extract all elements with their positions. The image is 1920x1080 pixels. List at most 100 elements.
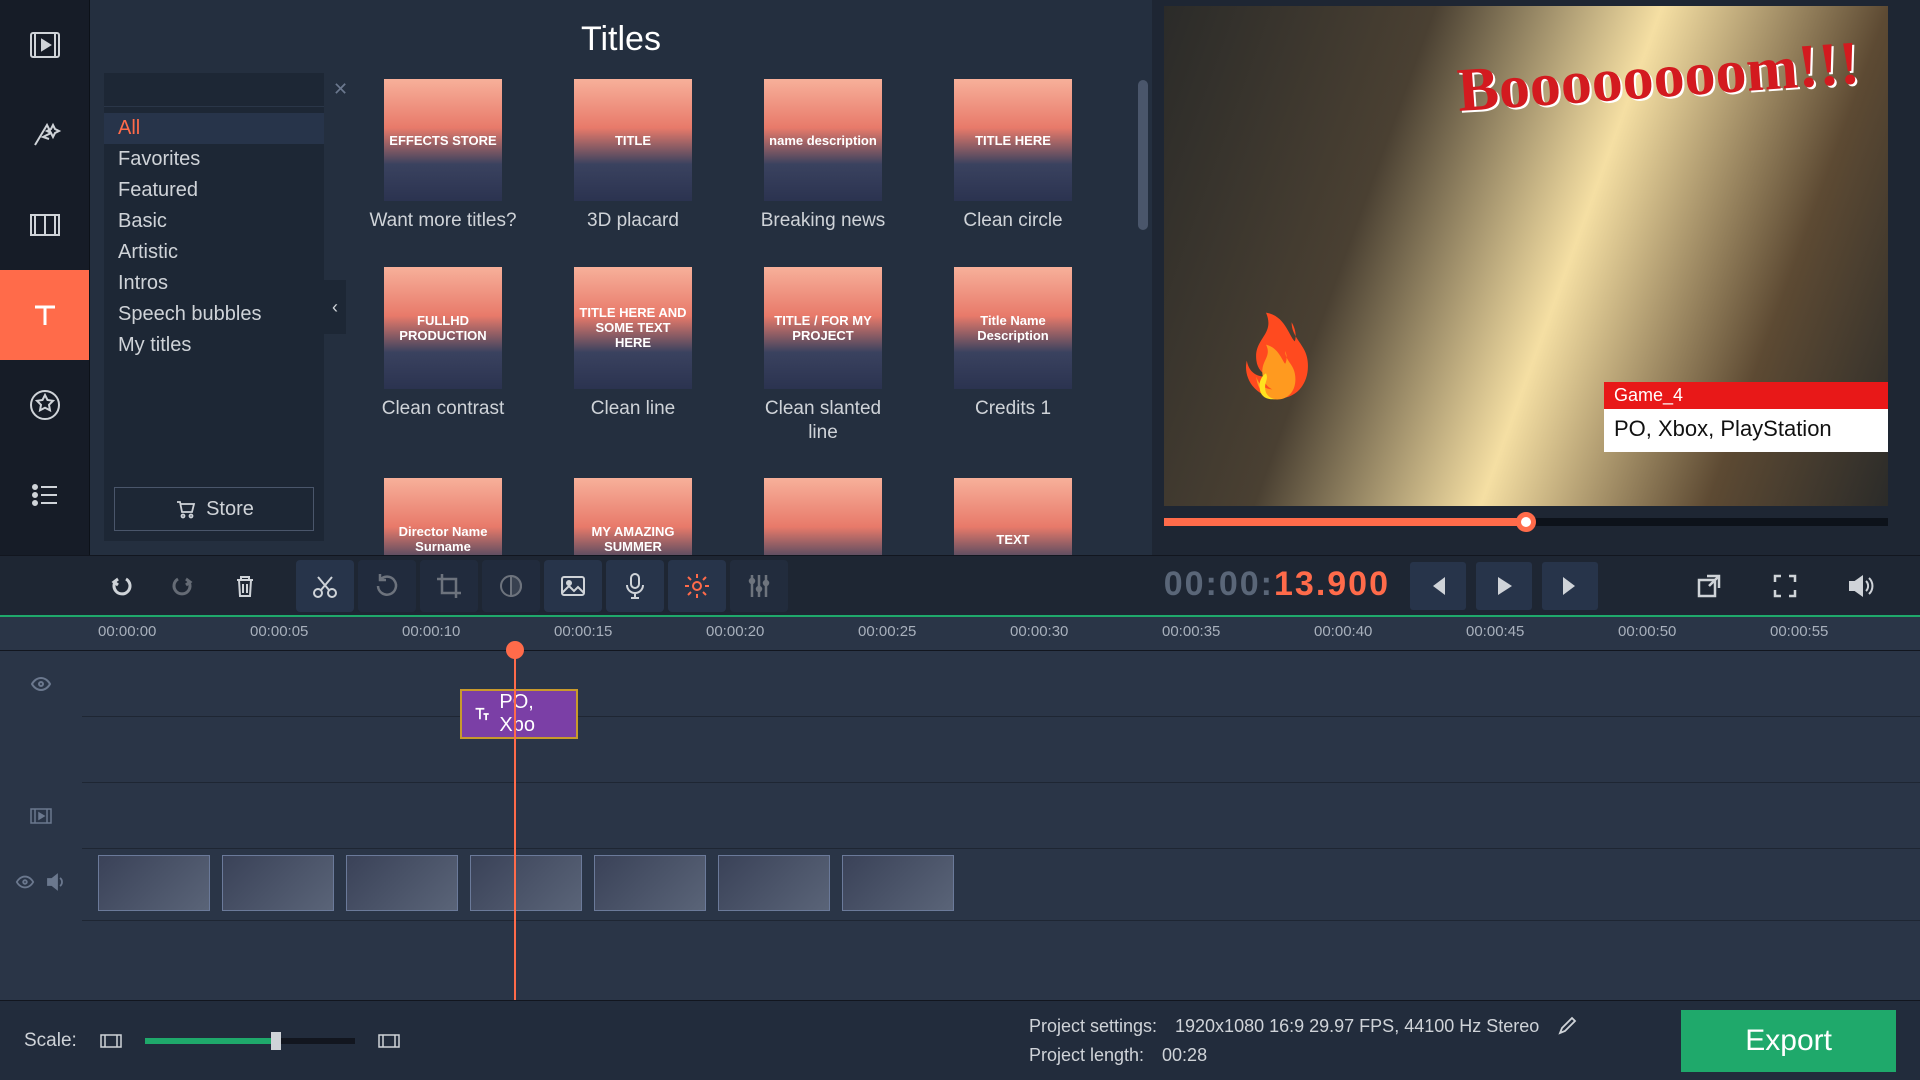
title-tile[interactable]: TITLE3D placard [558,79,708,233]
tile-label: 3D placard [587,209,679,233]
cart-icon [174,498,196,520]
tile-thumbnail: FULLHD PRODUCTION [384,267,502,389]
tile-label: Clean circle [963,209,1062,233]
eye-icon[interactable] [30,673,52,695]
redo-button[interactable] [154,560,212,612]
title-tile[interactable]: TITLE HERE AND SOME TEXT HERE Clean line [558,267,708,445]
title-tile[interactable]: Director Name Surname [368,478,518,555]
tile-label: Clean contrast [382,397,505,421]
video-clip[interactable] [222,855,334,911]
collapse-sidebar-icon[interactable]: ‹ [324,280,346,334]
ruler-tick: 00:00:30 [1010,623,1068,640]
project-length-value: 00:28 [1162,1045,1207,1066]
toolbar: 00:00:13.900 [0,555,1920,617]
title-track[interactable] [0,651,1920,717]
tile-label: Breaking news [761,209,886,233]
overlay-track[interactable] [0,717,1920,783]
category-item[interactable]: My titles [104,330,324,361]
volume-button[interactable] [1832,560,1890,612]
color-adjust-button[interactable] [482,560,540,612]
undo-button[interactable] [92,560,150,612]
title-tile[interactable]: FULLHD PRODUCTION Clean contrast [368,267,518,445]
equalizer-button[interactable] [730,560,788,612]
category-item[interactable]: Intros [104,268,324,299]
zoom-slider[interactable] [145,1038,355,1044]
title-tile[interactable]: name description Breaking news [748,79,898,233]
title-tile[interactable] [748,478,898,555]
category-item[interactable]: Artistic [104,237,324,268]
video-clip[interactable] [470,855,582,911]
title-tile[interactable]: EFFECTS STOREWant more titles? [368,79,518,233]
prev-frame-button[interactable] [1410,562,1466,610]
category-item[interactable]: Basic [104,206,324,237]
ruler-tick: 00:00:15 [554,623,612,640]
playhead[interactable] [514,651,516,1000]
tile-label: Clean line [591,397,676,421]
timecode-display: 00:00:13.900 [1144,565,1410,606]
eye-icon[interactable] [15,872,35,892]
title-tile[interactable]: MY AMAZING SUMMER [558,478,708,555]
title-tile[interactable]: TITLE / FOR MY PROJECTClean slanted line [748,267,898,445]
edit-settings-icon[interactable] [1557,1016,1577,1036]
panel-heading: Titles [90,0,1152,73]
rail-filters-button[interactable] [0,90,89,180]
title-tile[interactable]: Title Name Description Credits 1 [938,267,1088,445]
split-button[interactable] [296,560,354,612]
ruler-tick: 00:00:10 [402,623,460,640]
detach-preview-button[interactable] [1680,560,1738,612]
category-item[interactable]: All [104,113,324,144]
rotate-button[interactable] [358,560,416,612]
store-button[interactable]: Store [114,487,314,531]
title-tile[interactable]: TEXT [938,478,1088,555]
title-tile[interactable]: TITLE HERE Clean circle [938,79,1088,233]
video-track-icon [28,803,54,829]
tile-thumbnail: EFFECTS STORE [384,79,502,201]
ruler-tick: 00:00:00 [98,623,156,640]
preview-viewport: Boooooooom!!! Game_4 PO, Xbox, PlayStati… [1164,6,1888,506]
category-item[interactable]: Favorites [104,144,324,175]
video-clip[interactable] [594,855,706,911]
zoom-out-icon[interactable] [99,1031,123,1051]
speaker-icon[interactable] [45,871,67,893]
fullscreen-button[interactable] [1756,560,1814,612]
title-clip[interactable]: PO, Xbo [460,689,578,739]
tile-label: Credits 1 [975,397,1051,421]
category-item[interactable]: Featured [104,175,324,206]
video-track[interactable] [0,849,1920,921]
rail-titles-button[interactable] [0,270,89,360]
rail-transitions-button[interactable] [0,180,89,270]
category-item[interactable]: Speech bubbles [104,299,324,330]
video-clip[interactable] [842,855,954,911]
video-clip[interactable] [718,855,830,911]
next-frame-button[interactable] [1542,562,1598,610]
store-label: Store [206,498,254,521]
rail-media-button[interactable] [0,0,89,90]
timeline-ruler[interactable]: 00:00:0000:00:0500:00:1000:00:1500:00:20… [0,617,1920,651]
fire-icon [1218,302,1314,432]
panel-scrollbar[interactable] [1138,80,1148,500]
rail-more-button[interactable] [0,450,89,540]
lower-third: Game_4 PO, Xbox, PlayStation [1604,382,1888,452]
preview-scrubber[interactable] [1164,506,1888,538]
export-button[interactable]: Export [1681,1010,1896,1072]
delete-button[interactable] [216,560,274,612]
clip-properties-button[interactable] [668,560,726,612]
tile-thumbnail: name description [764,79,882,201]
voiceover-button[interactable] [606,560,664,612]
play-button[interactable] [1476,562,1532,610]
rail-stickers-button[interactable] [0,360,89,450]
tile-thumbnail [764,478,882,555]
video-clip[interactable] [346,855,458,911]
spacer-track[interactable] [0,783,1920,849]
crop-button[interactable] [420,560,478,612]
tile-thumbnail: TITLE HERE [954,79,1072,201]
status-bar: Scale: Project settings: 1920x1080 16:9 … [0,1000,1920,1080]
overlay-button[interactable] [544,560,602,612]
video-clip[interactable] [98,855,210,911]
search-input[interactable] [112,80,333,100]
zoom-in-icon[interactable] [377,1031,401,1051]
tile-thumbnail: TITLE HERE AND SOME TEXT HERE [574,267,692,389]
left-tool-rail [0,0,90,555]
tile-thumbnail: Title Name Description [954,267,1072,389]
track-gutter [0,651,82,1000]
